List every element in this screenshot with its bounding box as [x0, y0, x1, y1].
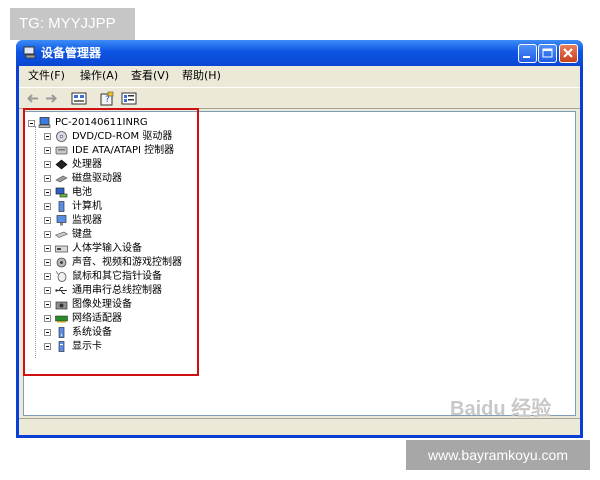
device-manager-icon	[23, 46, 36, 59]
menu-view[interactable]: 查看(V)	[131, 68, 169, 84]
close-button[interactable]	[559, 44, 578, 63]
menu-action[interactable]: 操作(A)	[80, 68, 118, 84]
footer-watermark: www.bayramkoyu.com	[406, 440, 590, 470]
menu-file[interactable]: 文件(F)	[28, 68, 65, 84]
baidu-watermark: Baidu 经验	[450, 398, 552, 420]
window-title: 设备管理器	[41, 46, 102, 60]
toolbar: ?	[19, 87, 580, 109]
menu-help[interactable]: 帮助(H)	[182, 68, 221, 84]
minimize-icon	[523, 56, 530, 58]
menu-bar: 文件(F) 操作(A) 查看(V) 帮助(H)	[19, 66, 580, 86]
forward-arrow-icon[interactable]	[43, 91, 59, 106]
close-icon	[563, 48, 573, 58]
title-bar[interactable]: 设备管理器	[16, 40, 583, 66]
back-arrow-icon[interactable]	[25, 91, 41, 106]
maximize-button[interactable]	[538, 44, 557, 63]
properties-help-icon[interactable]: ?	[99, 91, 115, 106]
maximize-icon	[542, 48, 553, 58]
device-list-icon[interactable]	[121, 91, 137, 106]
minimize-button[interactable]	[518, 44, 537, 63]
watermark-tag: TG: MYYJJPP	[10, 8, 135, 40]
device-view-icon[interactable]	[71, 91, 87, 106]
red-highlight-box	[23, 108, 199, 376]
svg-text:?: ?	[105, 95, 110, 105]
